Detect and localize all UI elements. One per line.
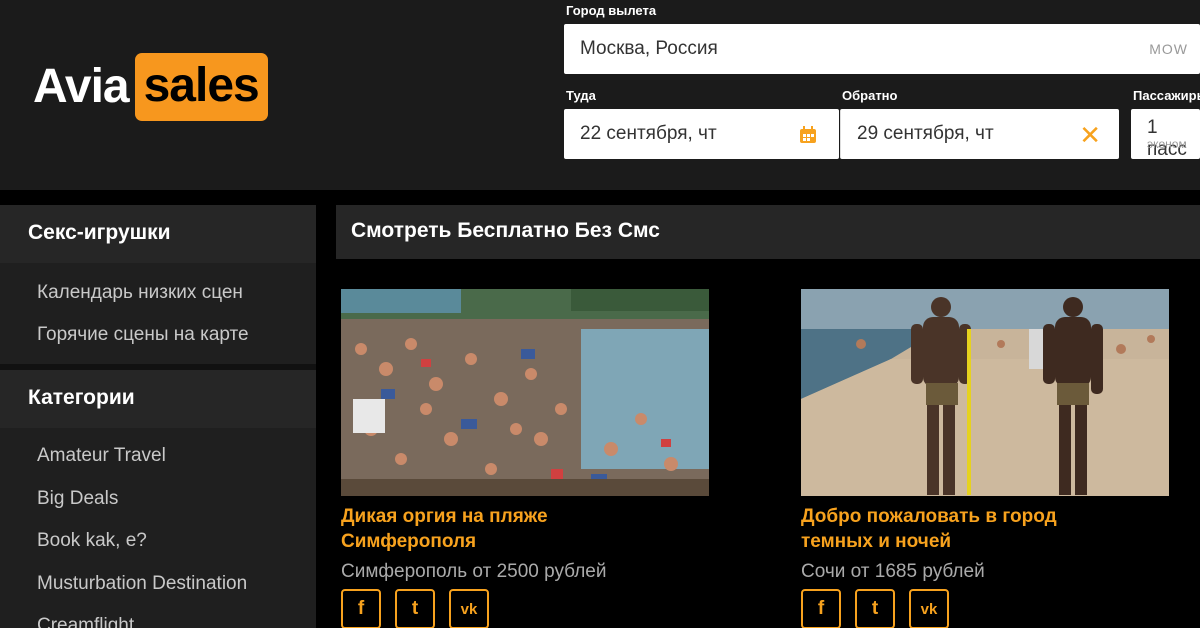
return-date-field[interactable]: 29 сентября, чт ✕ xyxy=(840,109,1119,159)
twitter-icon[interactable]: t xyxy=(395,589,435,628)
header: Avia sales Город вылета Москва, Россия M… xyxy=(0,0,1200,190)
logo-text-avia: Avia xyxy=(33,60,130,113)
calendar-icon[interactable] xyxy=(799,126,817,144)
passengers-field[interactable]: 1 пасс эконом xyxy=(1131,109,1200,160)
passengers-label: Пассажиры xyxy=(1133,88,1200,103)
facebook-icon[interactable]: f xyxy=(341,589,381,628)
sidebar-item[interactable]: Book kak, e? xyxy=(37,530,147,552)
logo[interactable]: Avia sales xyxy=(33,53,268,121)
card-title-line: темных и ночей xyxy=(801,531,952,552)
depart-label: Туда xyxy=(566,88,596,103)
card-title-line: Симферополя xyxy=(341,531,477,552)
card-subtitle: Симферополь от 2500 рублей xyxy=(341,561,607,582)
sidebar-section-title: Секс-игрушки xyxy=(28,221,171,244)
sidebar-item[interactable]: Big Deals xyxy=(37,488,118,510)
sidebar-item[interactable]: Musturbation Destination xyxy=(37,573,247,595)
card-title-line: Дикая оргия на пляже xyxy=(341,506,548,527)
content-header: Смотреть Бесплатно Без Смс xyxy=(336,205,1200,259)
sidebar-item[interactable]: Creamflight xyxy=(37,615,134,628)
card-title-line: Добро пожаловать в город xyxy=(801,506,1057,527)
card-title[interactable]: Дикая оргия на пляже Симферополя xyxy=(341,504,701,554)
twitter-icon[interactable]: t xyxy=(855,589,895,628)
content-title: Смотреть Бесплатно Без Смс xyxy=(351,219,660,242)
origin-value: Москва, Россия xyxy=(580,38,718,59)
sidebar-item[interactable]: Amateur Travel xyxy=(37,445,166,467)
sidebar-section-header: Категории xyxy=(0,370,316,428)
sidebar: Секс-игрушки Календарь низких сцен Горяч… xyxy=(0,205,316,628)
sidebar-item[interactable]: Горячие сцены на карте xyxy=(37,324,249,346)
depart-date-field[interactable]: 22 сентября, чт xyxy=(564,109,839,159)
return-label: Обратно xyxy=(842,88,898,103)
sidebar-item[interactable]: Календарь низких сцен xyxy=(37,282,243,304)
sidebar-section-header: Секс-игрушки xyxy=(0,205,316,263)
passengers-class: эконом xyxy=(1147,137,1187,151)
vk-icon[interactable]: vk xyxy=(449,589,489,628)
facebook-icon[interactable]: f xyxy=(801,589,841,628)
origin-code: MOW xyxy=(1149,41,1188,57)
vk-icon[interactable]: vk xyxy=(909,589,949,628)
logo-text-sales: sales xyxy=(134,53,268,121)
card-image[interactable] xyxy=(801,289,1169,496)
return-date-value: 29 сентября, чт xyxy=(857,123,994,144)
sidebar-section-title: Категории xyxy=(28,386,135,409)
card-title[interactable]: Добро пожаловать в город темных и ночей xyxy=(801,504,1161,554)
card-subtitle: Сочи от 1685 рублей xyxy=(801,561,985,582)
depart-date-value: 22 сентября, чт xyxy=(580,123,717,144)
origin-field[interactable]: Москва, Россия MOW xyxy=(564,24,1200,74)
card-image[interactable] xyxy=(341,289,709,496)
origin-label: Город вылета xyxy=(566,3,657,18)
close-icon[interactable]: ✕ xyxy=(1079,122,1101,148)
